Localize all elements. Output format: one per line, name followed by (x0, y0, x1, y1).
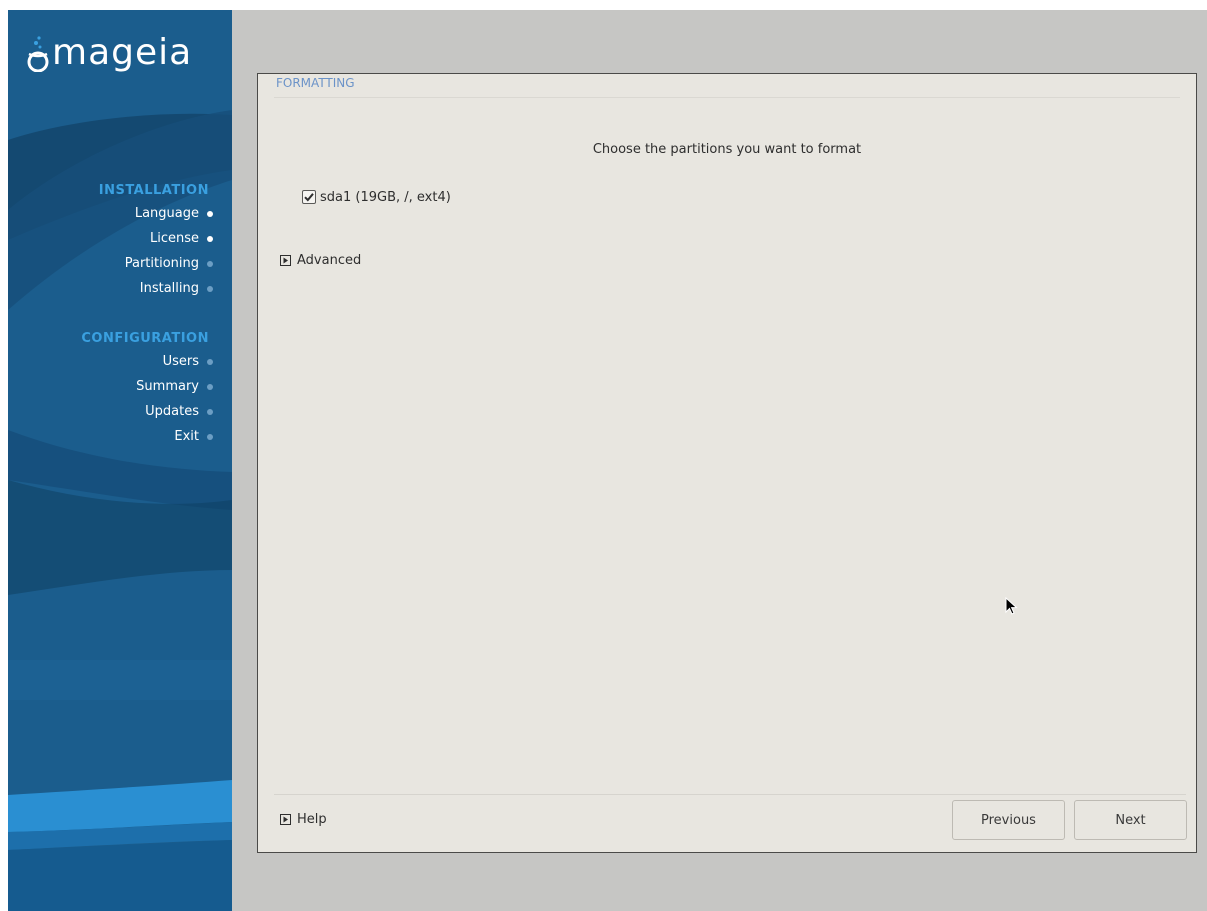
installer-screen: mageia INSTALLATION Language License Par… (8, 10, 1207, 911)
status-dot-icon (207, 359, 213, 365)
sidebar-background (8, 10, 232, 911)
status-dot-icon (207, 409, 213, 415)
nav-item-partitioning: Partitioning (8, 251, 213, 276)
nav-item-label: License (149, 231, 199, 246)
triangle-right-icon (280, 255, 291, 266)
advanced-expander[interactable]: Advanced (280, 253, 361, 268)
section-title: FORMATTING (276, 76, 355, 90)
sidebar: mageia INSTALLATION Language License Par… (8, 10, 232, 911)
installation-nav: INSTALLATION Language License Partitioni… (8, 181, 213, 301)
nav-item-label: Users (162, 354, 199, 369)
mageia-logo: mageia (26, 32, 226, 92)
formatting-panel: FORMATTING Choose the partitions you wan… (257, 73, 1197, 853)
mageia-logo-icon (27, 36, 49, 72)
configuration-nav: CONFIGURATION Users Summary Updates Exit (8, 329, 213, 449)
nav-item-label: Installing (139, 281, 199, 296)
status-dot-icon (207, 236, 213, 242)
installation-heading: INSTALLATION (98, 183, 209, 198)
nav-item-label: Partitioning (124, 256, 199, 271)
previous-button[interactable]: Previous (952, 800, 1065, 840)
advanced-label[interactable]: Advanced (297, 253, 361, 268)
check-icon (304, 193, 314, 202)
nav-item-license: License (8, 226, 213, 251)
mouse-pointer-icon (1005, 597, 1018, 615)
nav-item-summary: Summary (8, 374, 213, 399)
next-button[interactable]: Next (1074, 800, 1187, 840)
nav-item-label: Updates (145, 404, 199, 419)
status-dot-icon (207, 384, 213, 390)
configuration-heading: CONFIGURATION (81, 331, 209, 346)
nav-item-exit: Exit (8, 424, 213, 449)
partition-checkbox[interactable] (302, 190, 316, 204)
nav-item-language: Language (8, 201, 213, 226)
nav-item-label: Summary (136, 379, 199, 394)
partition-checkbox-row[interactable]: sda1 (19GB, /, ext4) (302, 188, 451, 206)
partition-label[interactable]: sda1 (19GB, /, ext4) (320, 190, 451, 205)
nav-item-label: Exit (174, 429, 199, 444)
section-divider (274, 97, 1180, 98)
help-expander[interactable]: Help (280, 812, 327, 827)
nav-item-users: Users (8, 349, 213, 374)
status-dot-icon (207, 261, 213, 267)
nav-item-updates: Updates (8, 399, 213, 424)
status-dot-icon (207, 286, 213, 292)
brand-name: mageia (52, 32, 193, 73)
footer-divider (274, 794, 1186, 795)
triangle-right-icon (280, 814, 291, 825)
instruction-text: Choose the partitions you want to format (592, 142, 862, 157)
nav-item-label: Language (134, 206, 199, 221)
help-label[interactable]: Help (297, 812, 327, 827)
status-dot-icon (207, 211, 213, 217)
nav-item-installing: Installing (8, 276, 213, 301)
status-dot-icon (207, 434, 213, 440)
